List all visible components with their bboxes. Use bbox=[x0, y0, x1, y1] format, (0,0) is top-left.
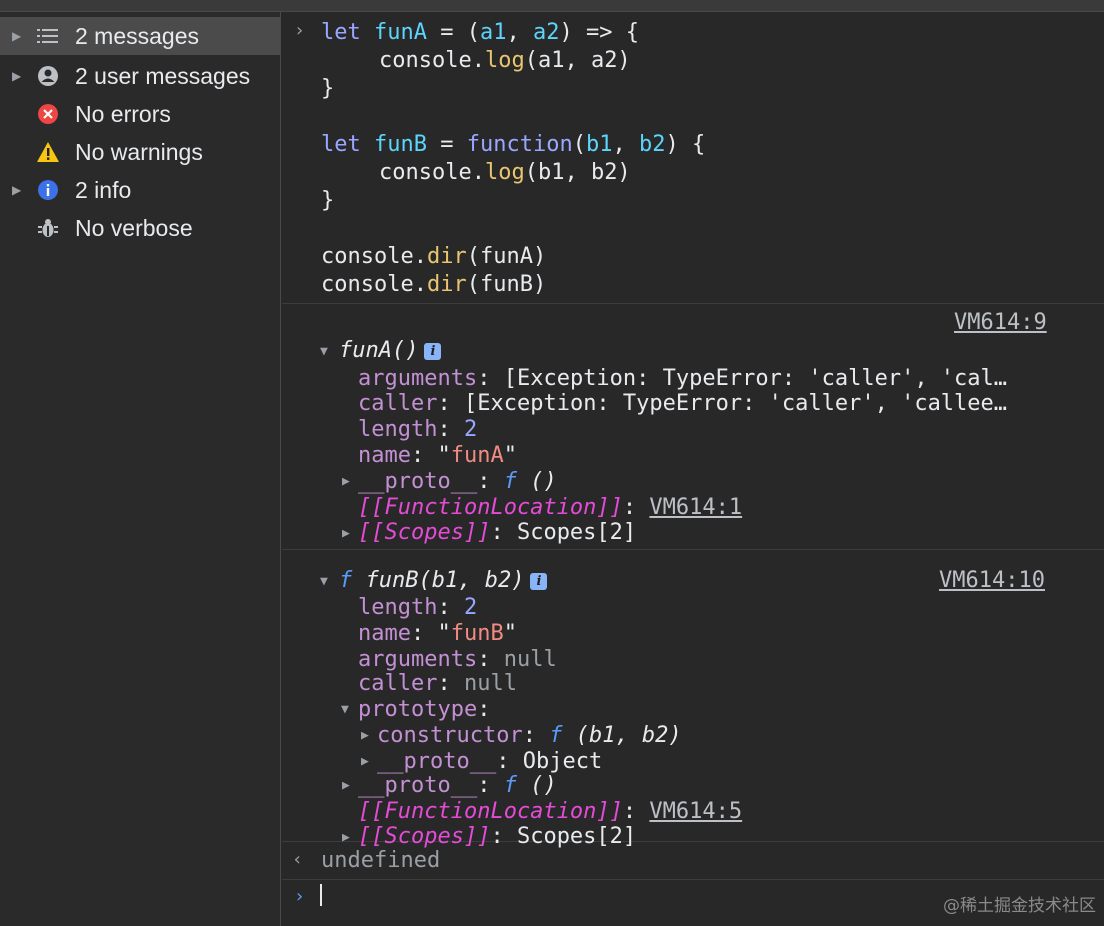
info-badge-icon[interactable]: i bbox=[424, 343, 442, 360]
sidebar-item-errors[interactable]: No errors bbox=[0, 95, 280, 133]
property-row: name: "funA" bbox=[358, 443, 517, 468]
code-line: let funB = function(b1, b2) { bbox=[321, 132, 706, 157]
expand-arrow-icon[interactable]: ▶ bbox=[342, 474, 350, 489]
property-row: caller: [Exception: TypeError: 'caller',… bbox=[358, 391, 1008, 416]
code-line: let funA = (a1, a2) => { bbox=[321, 20, 639, 45]
bug-icon bbox=[36, 216, 60, 240]
console-input-message: › let funA = (a1, a2) => { console.log(a… bbox=[282, 12, 1104, 304]
prompt-arrow-icon: › bbox=[294, 20, 305, 41]
property-row: [[FunctionLocation]]: VM614:1 bbox=[358, 495, 743, 520]
sidebar-item-label: 2 messages bbox=[75, 22, 200, 49]
sidebar-item-label: No errors bbox=[75, 100, 171, 127]
expand-arrow-icon[interactable]: ▶ bbox=[12, 29, 21, 43]
code-line: console.dir(funA) bbox=[321, 244, 547, 269]
result-arrow-icon: ‹ bbox=[292, 849, 303, 870]
property-row: [[FunctionLocation]]: VM614:5 bbox=[358, 799, 743, 824]
property-row[interactable]: [[Scopes]]: Scopes[2] bbox=[358, 520, 636, 546]
code-line: console.log(a1, a2) bbox=[379, 48, 631, 73]
list-icon bbox=[36, 24, 60, 48]
source-link[interactable]: VM614:1 bbox=[649, 495, 742, 520]
user-icon bbox=[36, 64, 60, 88]
text-cursor bbox=[320, 884, 322, 906]
expand-arrow-icon[interactable]: ▼ bbox=[320, 574, 328, 589]
source-link[interactable]: VM614:10 bbox=[939, 568, 1045, 594]
expand-arrow-icon[interactable]: ▶ bbox=[12, 183, 21, 197]
expand-arrow-icon[interactable]: ▼ bbox=[320, 344, 328, 359]
property-row[interactable]: prototype: bbox=[358, 697, 490, 723]
info-icon bbox=[36, 178, 60, 202]
code-line: console.log(b1, b2) bbox=[379, 160, 631, 185]
property-row: length: 2 bbox=[358, 595, 478, 620]
expand-arrow-icon[interactable]: ▶ bbox=[361, 754, 369, 769]
devtools-toolbar bbox=[0, 0, 1104, 12]
sidebar-item-label: No verbose bbox=[75, 214, 193, 241]
source-link[interactable]: VM614:5 bbox=[649, 799, 742, 824]
object-header[interactable]: funA() i bbox=[339, 338, 442, 364]
expand-arrow-icon[interactable]: ▶ bbox=[361, 728, 369, 743]
sidebar-item-verbose[interactable]: No verbose bbox=[0, 209, 280, 247]
sidebar-item-user-messages[interactable]: ▶ 2 user messages bbox=[0, 57, 280, 95]
expand-arrow-icon[interactable]: ▶ bbox=[342, 778, 350, 793]
property-row: name: "funB" bbox=[358, 621, 517, 646]
property-row[interactable]: constructor: f (b1, b2) bbox=[377, 723, 682, 749]
code-line: console.dir(funB) bbox=[321, 272, 547, 297]
console-output-funB: VM614:10 ▼ f funB(b1, b2) i length: 2 nam… bbox=[282, 550, 1104, 849]
sidebar-item-label: 2 info bbox=[75, 176, 132, 203]
expand-arrow-icon[interactable]: ▶ bbox=[342, 526, 350, 541]
sidebar-item-label: No warnings bbox=[75, 138, 203, 165]
expand-arrow-icon[interactable]: ▼ bbox=[341, 702, 349, 717]
watermark: @稀土掘金技术社区 bbox=[943, 896, 1096, 916]
console-output-funA: VM614:9 ▼ funA() i arguments: [Exception:… bbox=[282, 304, 1104, 550]
property-row: arguments: null bbox=[358, 647, 557, 672]
code-line: } bbox=[321, 188, 335, 213]
prompt-arrow-icon: › bbox=[294, 886, 305, 907]
sidebar-item-messages[interactable]: ▶ 2 messages bbox=[0, 17, 280, 55]
console-result-message: ‹ undefined bbox=[282, 842, 1104, 880]
property-row: caller: null bbox=[358, 671, 517, 696]
code-line: } bbox=[321, 76, 335, 101]
property-row: arguments: [Exception: TypeError: 'calle… bbox=[358, 366, 1008, 391]
source-link[interactable]: VM614:9 bbox=[954, 310, 1047, 336]
result-value: undefined bbox=[321, 848, 441, 873]
property-row: length: 2 bbox=[358, 417, 478, 442]
property-row[interactable]: __proto__: f () bbox=[358, 469, 557, 495]
info-badge-icon[interactable]: i bbox=[530, 573, 548, 590]
console-sidebar: ▶ 2 messages ▶ 2 user messages No errors… bbox=[0, 12, 281, 926]
warning-icon bbox=[36, 140, 60, 164]
object-header[interactable]: f funB(b1, b2) i bbox=[339, 568, 548, 594]
property-row[interactable]: __proto__: Object bbox=[377, 749, 602, 775]
property-row[interactable]: __proto__: f () bbox=[358, 773, 557, 799]
sidebar-item-warnings[interactable]: No warnings bbox=[0, 133, 280, 171]
expand-arrow-icon[interactable]: ▶ bbox=[12, 69, 21, 83]
sidebar-item-label: 2 user messages bbox=[75, 62, 251, 89]
console-panel[interactable]: › let funA = (a1, a2) => { console.log(a… bbox=[282, 12, 1104, 926]
error-icon bbox=[36, 102, 60, 126]
sidebar-item-info[interactable]: ▶ 2 info bbox=[0, 171, 280, 209]
